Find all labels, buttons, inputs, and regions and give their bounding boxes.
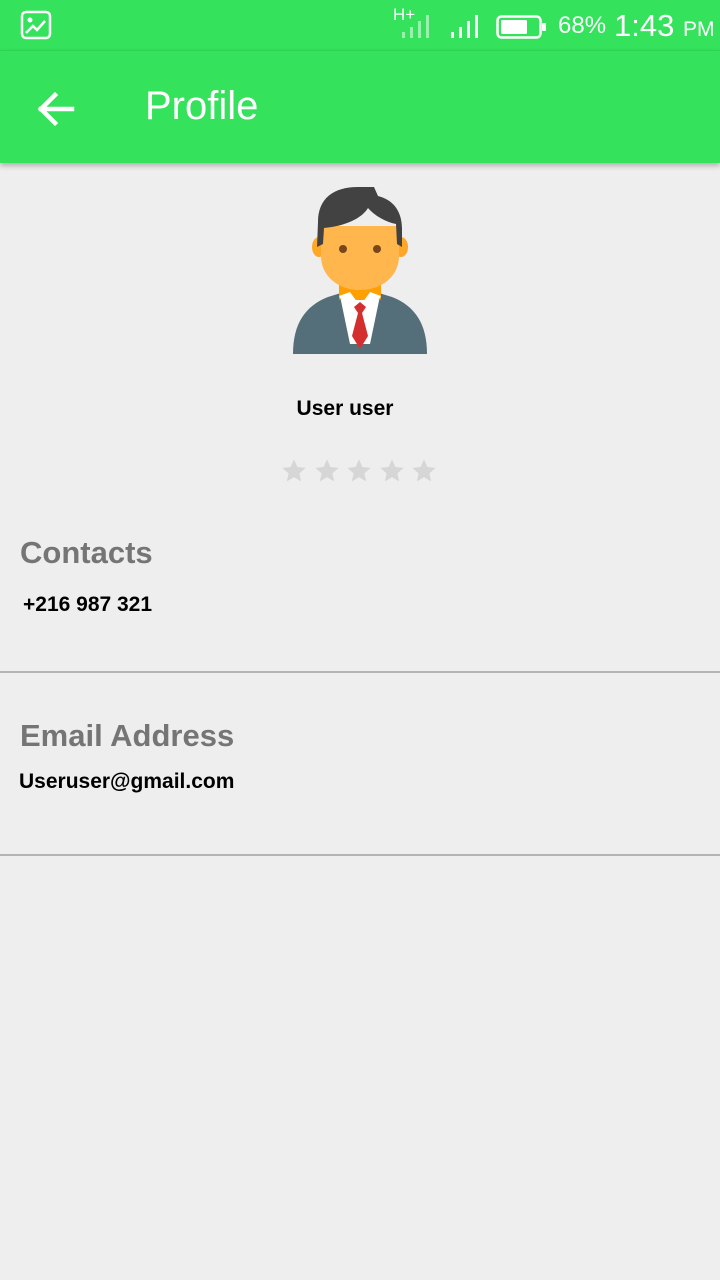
user-name: User user — [296, 397, 394, 420]
star-icon[interactable] — [378, 457, 406, 485]
divider — [0, 854, 720, 856]
email-address[interactable]: Useruser@gmail.com — [19, 770, 234, 794]
rating-bar[interactable] — [280, 457, 443, 485]
signal-sim2-icon — [451, 15, 478, 38]
signal-sim1-icon — [402, 15, 429, 38]
page-title: Profile — [145, 84, 259, 128]
email-section-title: Email Address — [20, 718, 235, 753]
star-icon[interactable] — [345, 457, 373, 485]
app-bar: Profile — [0, 50, 720, 163]
clock: 1:43 PM — [614, 8, 714, 44]
gallery-notification-icon — [20, 10, 52, 40]
phone-number[interactable]: +216 987 321 — [23, 593, 152, 617]
back-button[interactable] — [28, 81, 84, 137]
status-bar: H+ 68% 1:43 PM — [0, 0, 720, 50]
arrow-left-icon — [37, 91, 75, 127]
divider — [0, 671, 720, 673]
star-icon[interactable] — [313, 457, 341, 485]
contacts-section-title: Contacts — [20, 535, 153, 570]
star-icon[interactable] — [410, 457, 438, 485]
battery-icon — [496, 15, 546, 39]
clock-time: 1:43 — [614, 8, 675, 43]
user-avatar-icon — [293, 187, 427, 354]
battery-percent: 68% — [558, 12, 607, 39]
star-icon[interactable] — [280, 457, 308, 485]
clock-ampm: PM — [682, 18, 715, 41]
